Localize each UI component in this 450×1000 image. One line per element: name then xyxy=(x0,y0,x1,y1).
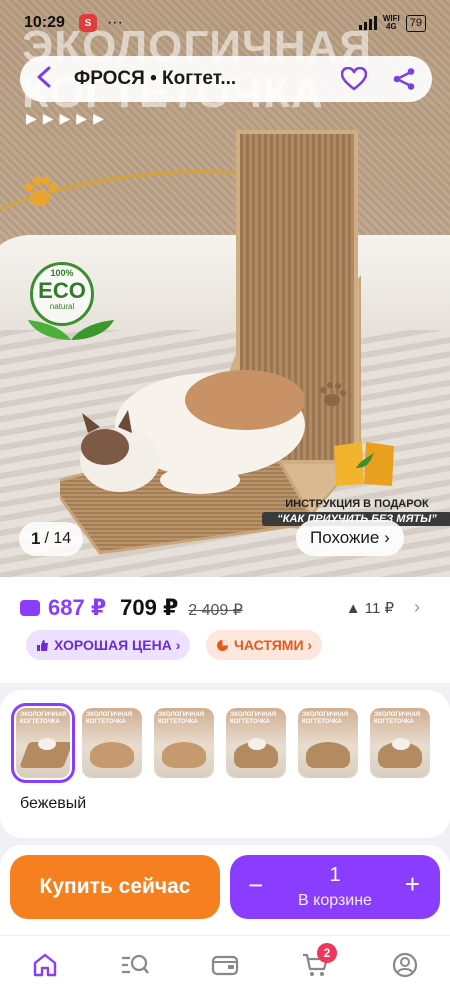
page-title: ФРОСЯ • Когтет... xyxy=(74,68,237,89)
variant-thumbs: ЭКОЛОГИЧНАЯ КОГТЕТОЧКА ЭКОЛОГИЧНАЯ КОГТЕ… xyxy=(11,703,430,783)
share-icon[interactable] xyxy=(386,61,422,97)
variant-thumb-selected[interactable]: ЭКОЛОГИЧНАЯ КОГТЕТОЧКА xyxy=(11,703,75,783)
variant-selector: ЭКОЛОГИЧНАЯ КОГТЕТОЧКА ЭКОЛОГИЧНАЯ КОГТЕ… xyxy=(0,690,450,838)
product-page: ЭКОЛОГИЧНАЯ КОГТЕТОЧКА ▶▶▶▶▶ 100% ECO na… xyxy=(0,0,450,1000)
price: 709 ₽ xyxy=(120,595,179,620)
image-counter-current: 1 xyxy=(31,529,41,548)
cart-badge: 2 xyxy=(317,943,337,963)
book-icon xyxy=(334,442,394,486)
variant-thumb[interactable]: ЭКОЛОГИЧНАЯ КОГТЕТОЧКА xyxy=(370,708,430,778)
variant-thumb[interactable]: ЭКОЛОГИЧНАЯ КОГТЕТОЧКА xyxy=(298,708,358,778)
battery-icon: 79 xyxy=(405,14,426,32)
app-notification-icon: S xyxy=(78,14,97,32)
profile-icon[interactable] xyxy=(385,945,425,985)
status-bar: 10:29 S ··· WIFI 4G 79 xyxy=(0,0,450,46)
gift-line-1: ИНСТРУКЦИЯ В ПОДАРОК xyxy=(285,498,429,510)
old-price: 2 409 ₽ xyxy=(188,602,243,619)
good-price-chip[interactable]: ХОРОШАЯ ЦЕНА › xyxy=(26,630,191,660)
image-counter: 1 / 14 xyxy=(19,522,84,556)
variant-thumb[interactable]: ЭКОЛОГИЧНАЯ КОГТЕТОЧКА xyxy=(226,708,286,778)
wallet-card-icon xyxy=(20,600,40,616)
more-notifications-icon: ··· xyxy=(106,14,123,31)
variant-label: бежевый xyxy=(20,795,87,812)
cart-quantity-stepper: − 1 В корзине + xyxy=(230,855,440,919)
bottom-nav: 2 xyxy=(0,935,450,1000)
wallet-icon[interactable] xyxy=(205,945,245,985)
status-time: 10:29 xyxy=(24,14,65,31)
home-icon[interactable] xyxy=(25,945,65,985)
variant-thumb[interactable]: ЭКОЛОГИЧНАЯ КОГТЕТОЧКА xyxy=(154,708,214,778)
signal-icon xyxy=(358,16,377,30)
variant-thumb[interactable]: ЭКОЛОГИЧНАЯ КОГТЕТОЧКА xyxy=(82,708,142,778)
card-price: 687 ₽ xyxy=(48,595,107,620)
wifi-icon: WIFI 4G xyxy=(382,14,400,31)
price-row: 687 ₽ 709 ₽ 2 409 ₽ xyxy=(20,595,243,621)
similar-products-button[interactable]: Похожие › xyxy=(296,520,404,556)
good-price-label: ХОРОШАЯ ЦЕНА › xyxy=(54,637,181,653)
top-bar: ФРОСЯ • Когтет... xyxy=(20,56,432,102)
buy-now-button[interactable]: Купить сейчас xyxy=(10,855,220,919)
installments-label: ЧАСТЯМИ › xyxy=(234,637,313,653)
image-counter-total: / 14 xyxy=(44,530,72,547)
paw-icon xyxy=(24,176,58,206)
pie-icon xyxy=(217,639,228,651)
back-arrow-icon[interactable] xyxy=(34,66,62,92)
thumbs-up-icon xyxy=(37,639,48,651)
increase-quantity-button[interactable]: + xyxy=(405,871,420,897)
price-change: ▲ 11 ₽ xyxy=(345,600,394,617)
banner-arrows: ▶▶▶▶▶ xyxy=(26,110,110,126)
status-right: WIFI 4G 79 xyxy=(358,14,426,32)
gift-instruction-promo: ИНСТРУКЦИЯ В ПОДАРОК “КАК ПРИУЧИТЬ БЕЗ М… xyxy=(262,438,450,530)
installments-chip[interactable]: ЧАСТЯМИ › xyxy=(206,630,323,660)
heart-icon[interactable] xyxy=(336,61,372,97)
catalog-search-icon[interactable] xyxy=(115,945,155,985)
chevron-right-icon[interactable]: › xyxy=(414,597,420,618)
cart-icon[interactable]: 2 xyxy=(295,943,337,985)
